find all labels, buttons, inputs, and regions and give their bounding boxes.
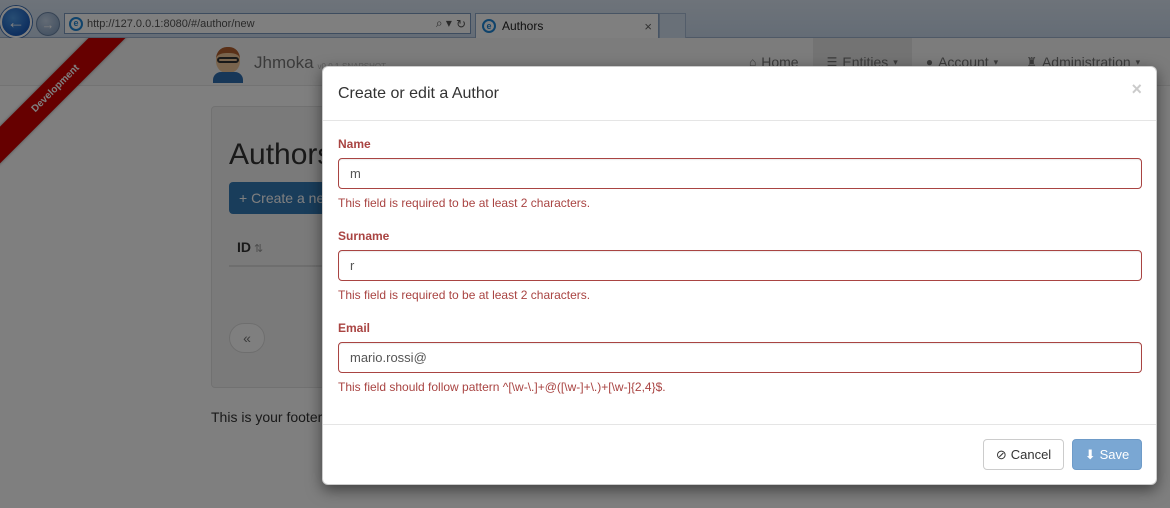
email-label: Email [338, 321, 371, 335]
modal-header: Create or edit a Author × [323, 67, 1156, 121]
surname-error: This field is required to be at least 2 … [338, 288, 591, 302]
surname-label: Surname [338, 229, 390, 243]
cancel-label: Cancel [1010, 447, 1052, 462]
download-icon: ⬇ [1084, 446, 1096, 462]
name-error: This field is required to be at least 2 … [338, 196, 591, 210]
name-label: Name [338, 137, 371, 151]
name-field[interactable] [338, 158, 1142, 189]
author-edit-modal: Create or edit a Author × Name This fiel… [322, 66, 1157, 485]
surname-field[interactable] [338, 250, 1142, 281]
email-error: This field should follow pattern ^[\w-\.… [338, 380, 666, 394]
close-icon[interactable]: × [1131, 79, 1142, 100]
save-button[interactable]: ⬇ Save [1072, 439, 1142, 470]
email-field[interactable] [338, 342, 1142, 373]
cancel-button[interactable]: ⊘ Cancel [983, 439, 1064, 470]
save-label: Save [1099, 447, 1130, 462]
ban-icon: ⊘ [995, 446, 1007, 462]
modal-footer-divider [323, 424, 1156, 425]
modal-title: Create or edit a Author [338, 85, 499, 102]
